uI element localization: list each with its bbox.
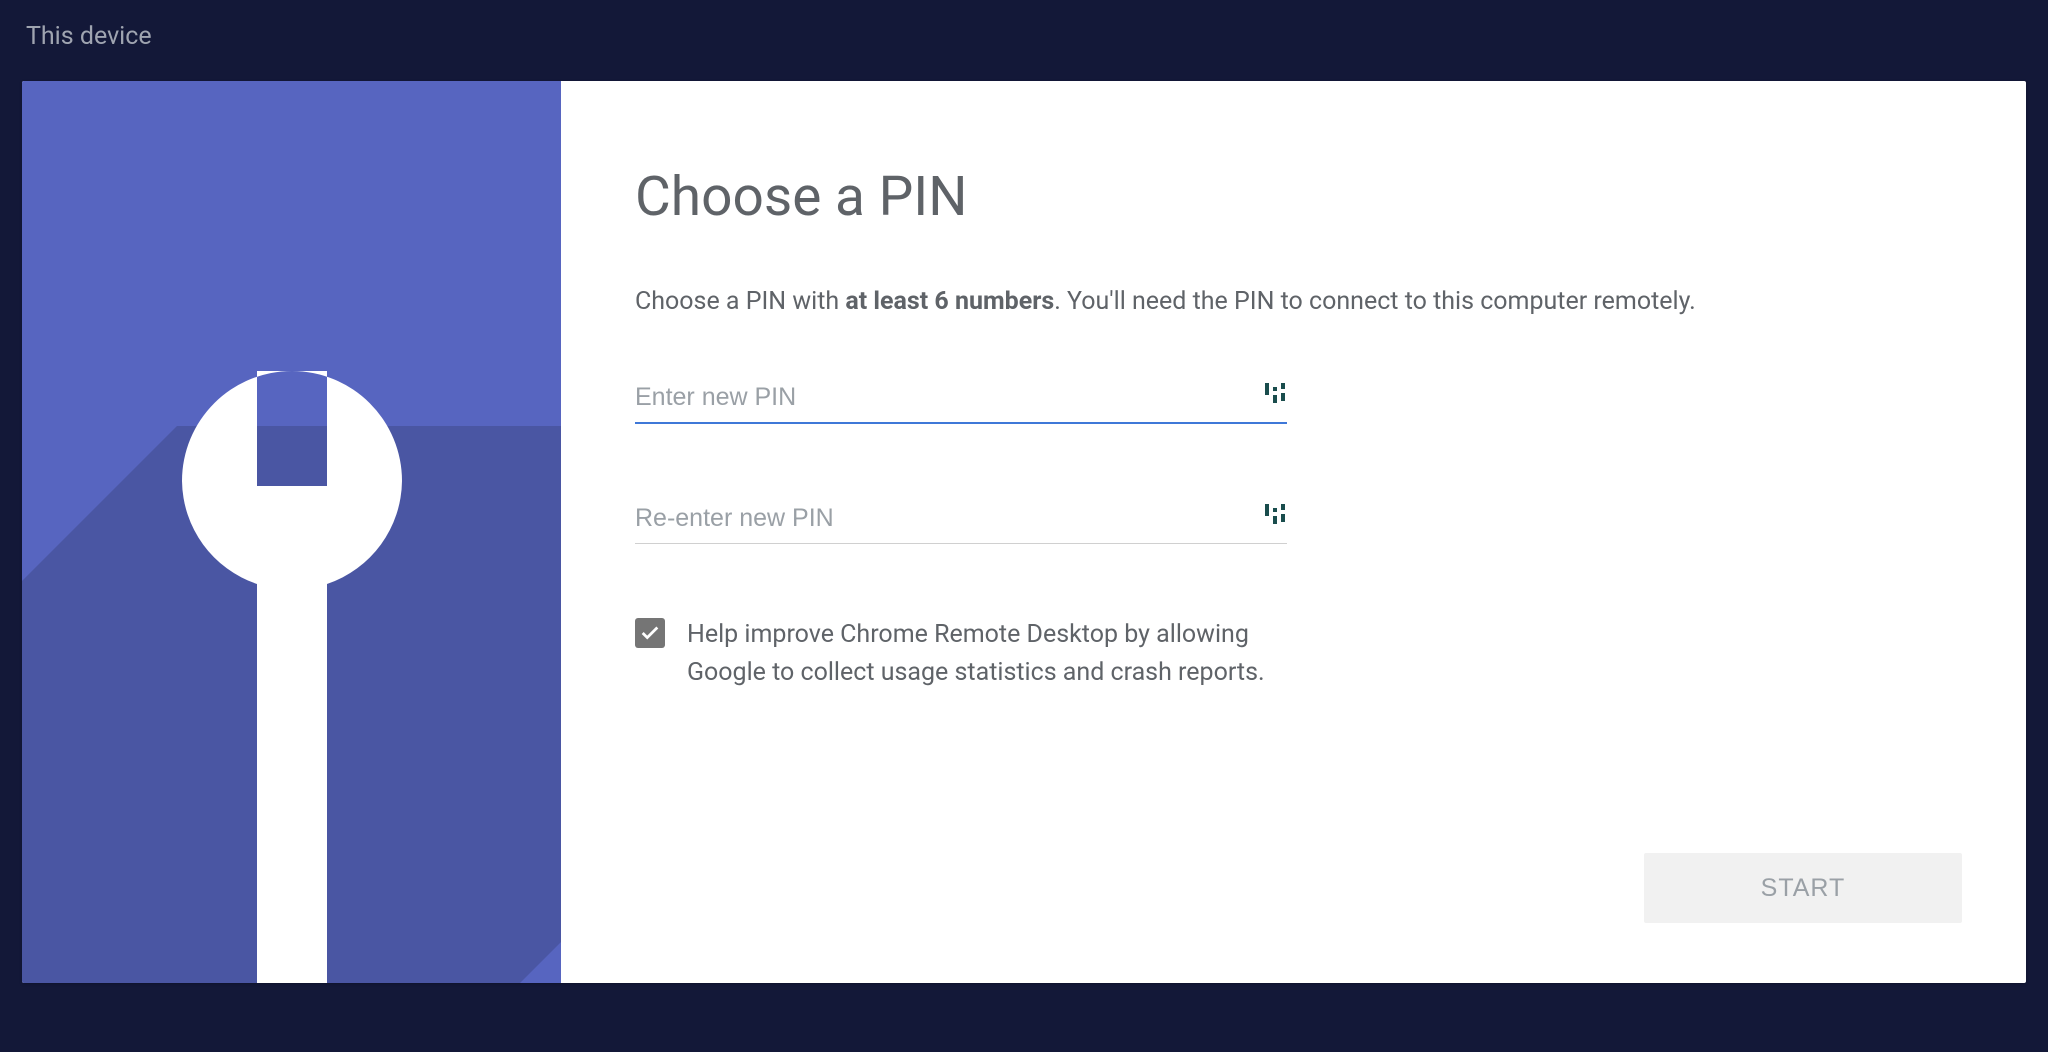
- sidebar-illustration: [22, 81, 561, 983]
- start-button[interactable]: START: [1644, 853, 1962, 923]
- usage-stats-row: Help improve Chrome Remote Desktop by al…: [635, 616, 1295, 694]
- dialog-content: Choose a PIN Choose a PIN with at least …: [561, 81, 2026, 983]
- usage-stats-label: Help improve Chrome Remote Desktop by al…: [687, 616, 1295, 694]
- dialog-description: Choose a PIN with at least 6 numbers. Yo…: [635, 283, 1962, 321]
- pin-confirm-row: [635, 496, 1287, 544]
- section-header: This device: [0, 0, 2048, 73]
- dialog-title: Choose a PIN: [635, 165, 1962, 229]
- description-prefix: Choose a PIN with: [635, 287, 845, 316]
- password-manager-icon[interactable]: [1263, 381, 1287, 405]
- description-suffix: . You'll need the PIN to connect to this…: [1054, 287, 1696, 316]
- usage-stats-checkbox[interactable]: [635, 618, 665, 648]
- pin-confirm-input[interactable]: [635, 496, 1287, 544]
- password-manager-icon[interactable]: [1263, 502, 1287, 526]
- pin-input[interactable]: [635, 375, 1287, 424]
- pin-setup-card: Choose a PIN Choose a PIN with at least …: [22, 81, 2026, 983]
- wrench-icon: [182, 371, 402, 983]
- checkmark-icon: [639, 622, 661, 644]
- description-bold: at least 6 numbers: [845, 287, 1054, 316]
- pin-input-row: [635, 375, 1287, 424]
